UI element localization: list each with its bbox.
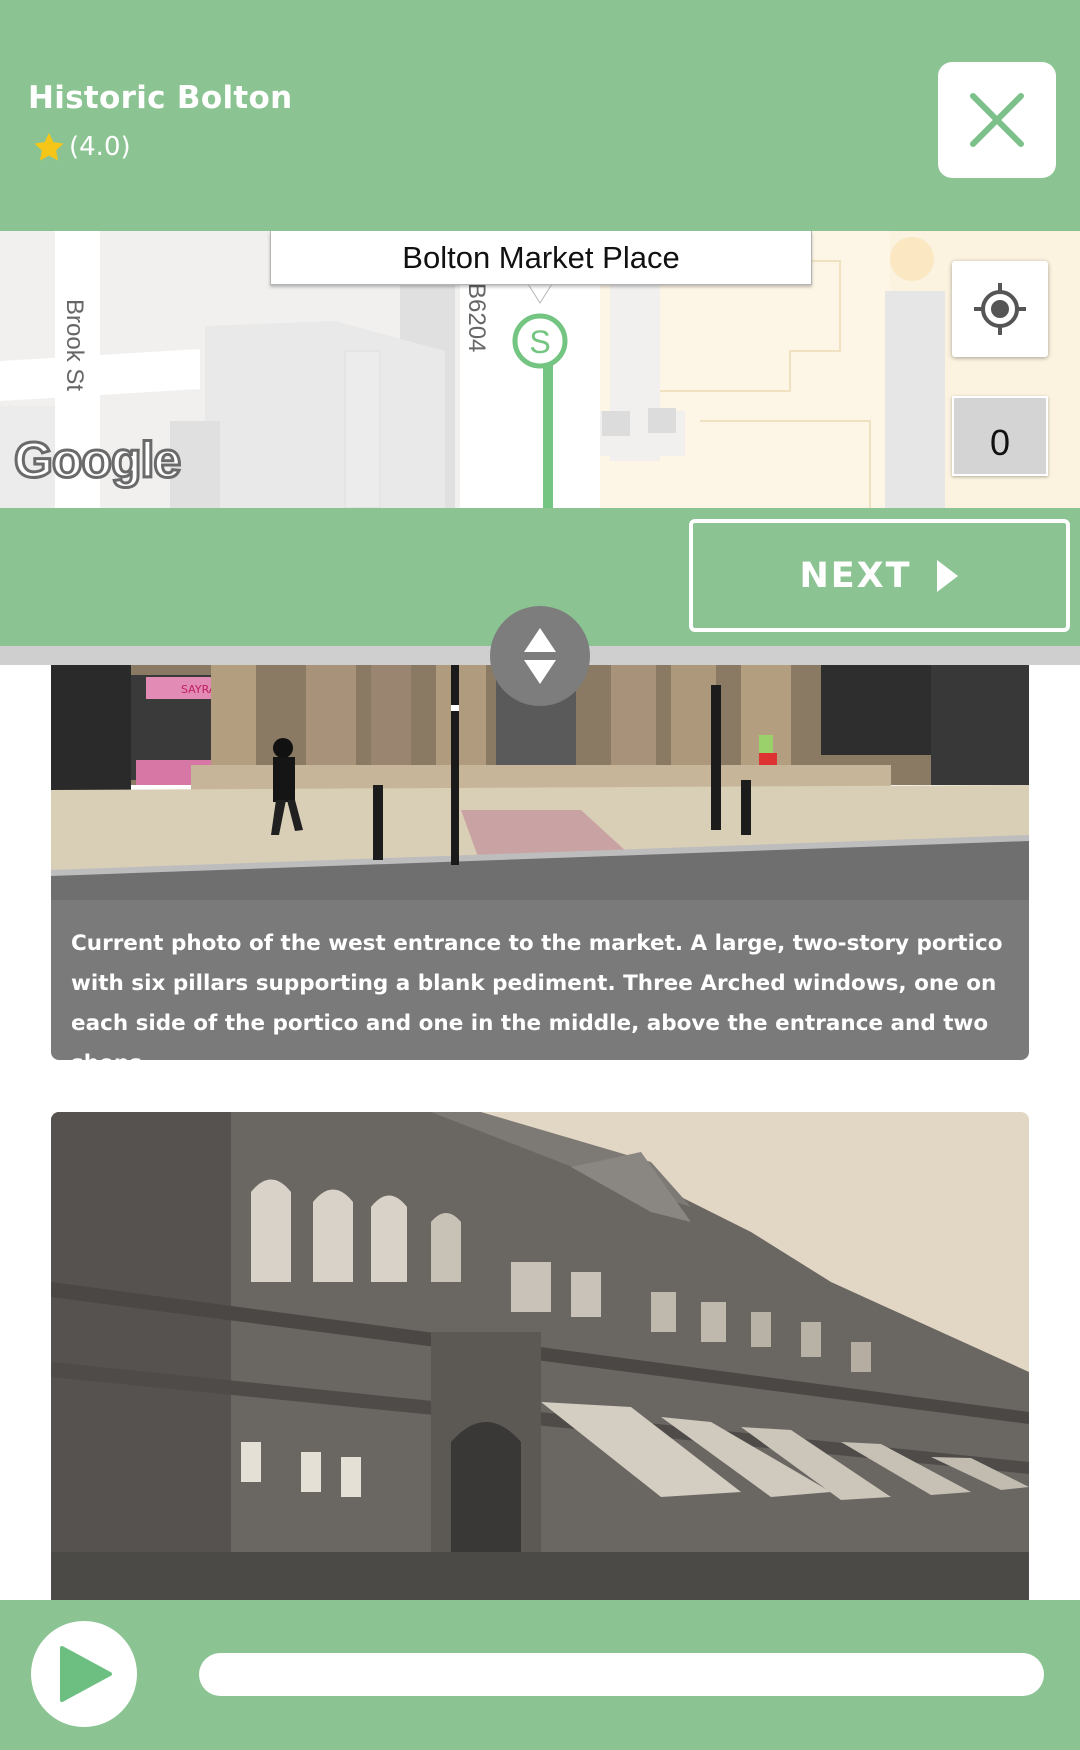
rating: (4.0) (32, 130, 131, 164)
map-place-label[interactable]: Bolton Market Place (270, 231, 812, 285)
street-label-b6204: B6204 (463, 283, 490, 353)
map-view[interactable]: S Brook St B6204 Bolton Market Place 0 G… (0, 231, 1080, 508)
tour-title: Historic Bolton (28, 80, 293, 116)
close-button[interactable] (938, 62, 1056, 178)
crosshair-icon (974, 283, 1026, 335)
next-button[interactable]: NEXT (689, 519, 1070, 632)
content-scroll[interactable]: SAYRA'S Current photo of the west entran… (0, 665, 1080, 1600)
stop-counter[interactable]: 0 (952, 396, 1048, 476)
app-header: Historic Bolton (4.0) (0, 0, 1080, 231)
historic-photo (51, 1112, 1029, 1600)
close-icon (970, 93, 1024, 147)
route-start-marker[interactable]: S (529, 324, 550, 360)
play-icon (60, 1646, 112, 1702)
star-icon (34, 132, 64, 161)
expand-collapse-icon (524, 628, 556, 684)
next-label: NEXT (799, 555, 912, 596)
photo-caption: Current photo of the west entrance to th… (51, 900, 1029, 1076)
locate-button[interactable] (952, 261, 1048, 357)
google-logo: Google (12, 431, 182, 490)
chevron-right-icon (936, 559, 958, 592)
resize-handle[interactable] (490, 606, 590, 706)
rating-value: (4.0) (69, 132, 131, 162)
play-button[interactable] (31, 1621, 137, 1727)
street-label-brook: Brook St (61, 299, 88, 392)
audio-progress-bar[interactable] (199, 1653, 1044, 1696)
